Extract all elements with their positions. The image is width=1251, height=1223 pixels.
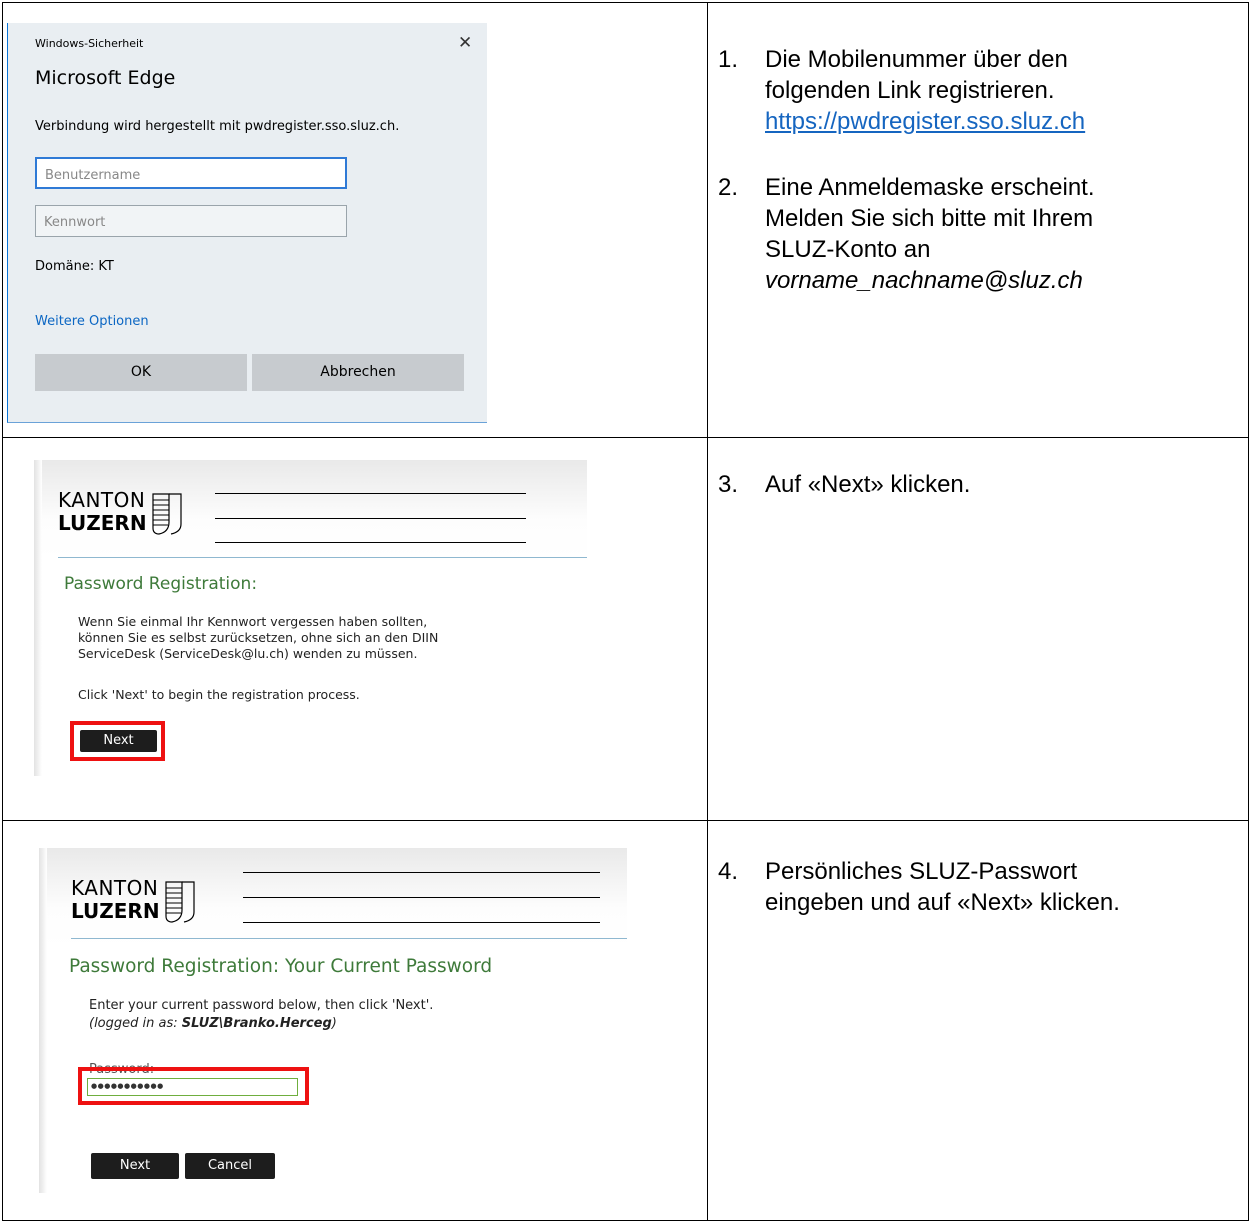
current-password-heading: Password Registration: Your Current Pass… [69,956,493,977]
highlight-box [78,1067,309,1105]
intro-line: ServiceDesk (ServiceDesk@lu.ch) wenden z… [78,646,418,661]
header-rule [243,872,600,873]
step-text: SLUZ-Konto an [765,236,931,263]
header-rule [243,922,600,923]
step-number: 4. [718,858,739,885]
header-rule [243,897,600,898]
kanton-luzern-logo: KANTON LUZERN [58,488,238,548]
username-input[interactable]: Benutzername [35,157,347,189]
step-2: 2. Eine Anmeldemaske erscheint. Melden S… [718,172,1241,296]
step-1: 1. Die Mobilenummer über den folgenden L… [718,44,1241,137]
windows-security-dialog: Windows-Sicherheit ✕ Microsoft Edge Verb… [7,23,487,423]
step-text: Die Mobilenummer über den [765,46,1068,73]
registration-heading: Password Registration: [64,574,258,594]
intro-line: Wenn Sie einmal Ihr Kennwort vergessen h… [78,614,428,629]
step-3: 3. Auf «Next» klicken. [718,469,1241,500]
current-password-panel: KANTON LUZERN Password Registration: You… [39,848,627,1193]
highlight-box [70,721,165,761]
ok-button[interactable]: OK [35,354,247,391]
more-options-link[interactable]: Weitere Optionen [35,314,149,329]
step-number: 1. [718,46,739,73]
intro-line: können Sie es selbst zurücksetzen, ohne … [78,630,439,645]
next-button[interactable]: Next [91,1153,179,1179]
registration-panel: KANTON LUZERN Password Registration: Wen… [34,460,587,776]
step-text: Auf «Next» klicken. [765,471,971,498]
logged-in-user: SLUZ\Branko.Herceg [181,1016,332,1031]
logo-kanton: KANTON [58,488,146,512]
logged-in-prefix: (logged in as: [89,1016,182,1031]
row-divider [3,820,1248,821]
cancel-button[interactable]: Cancel [185,1153,275,1179]
header-separator [58,557,587,558]
crest-icon [152,493,182,535]
registration-intro: Wenn Sie einmal Ihr Kennwort vergessen h… [78,614,438,662]
step-number: 3. [718,471,739,498]
logo-luzern: LUZERN [58,511,147,535]
logged-in-suffix: ) [331,1016,337,1031]
cancel-button[interactable]: Abbrechen [252,354,464,391]
step-text: eingeben und auf «Next» klicken. [765,889,1120,916]
current-password-instruction: Enter your current password below, then … [89,998,434,1013]
password-input[interactable]: Kennwort [35,205,347,237]
dialog-app-name: Microsoft Edge [35,67,176,89]
column-divider [707,3,708,1220]
header-rule [215,493,526,494]
crest-icon [165,881,195,923]
step-number: 2. [718,174,739,201]
close-icon[interactable]: ✕ [458,33,472,53]
logged-in-as: (logged in as: SLUZ\Branko.Herceg) [89,1016,337,1032]
header-rule [215,518,526,519]
kanton-luzern-logo: KANTON LUZERN [71,876,251,936]
panel-edge [34,460,42,776]
header-rule [215,542,526,543]
logo-kanton: KANTON [71,876,159,900]
panel-edge [39,848,47,1193]
registration-instruction: Click 'Next' to begin the registration p… [78,687,360,702]
header-separator [71,938,627,939]
register-link[interactable]: https://pwdregister.sso.sluz.ch [765,106,1241,137]
step-text: Eine Anmeldemaske erscheint. [765,174,1095,201]
step-text: Melden Sie sich bitte mit Ihrem [765,205,1094,232]
step-4: 4. Persönliches SLUZ-Passwort eingeben u… [718,856,1241,918]
step-text: Persönliches SLUZ-Passwort [765,858,1078,885]
dialog-security-title: Windows-Sicherheit [35,37,144,50]
logo-luzern: LUZERN [71,899,160,923]
dialog-connection-text: Verbindung wird hergestellt mit pwdregis… [35,119,400,134]
step-text: folgenden Link registrieren. [765,77,1055,104]
row-divider [3,437,1248,438]
domain-label: Domäne: KT [35,259,114,274]
account-format: vorname_nachname@sluz.ch [765,267,1083,294]
